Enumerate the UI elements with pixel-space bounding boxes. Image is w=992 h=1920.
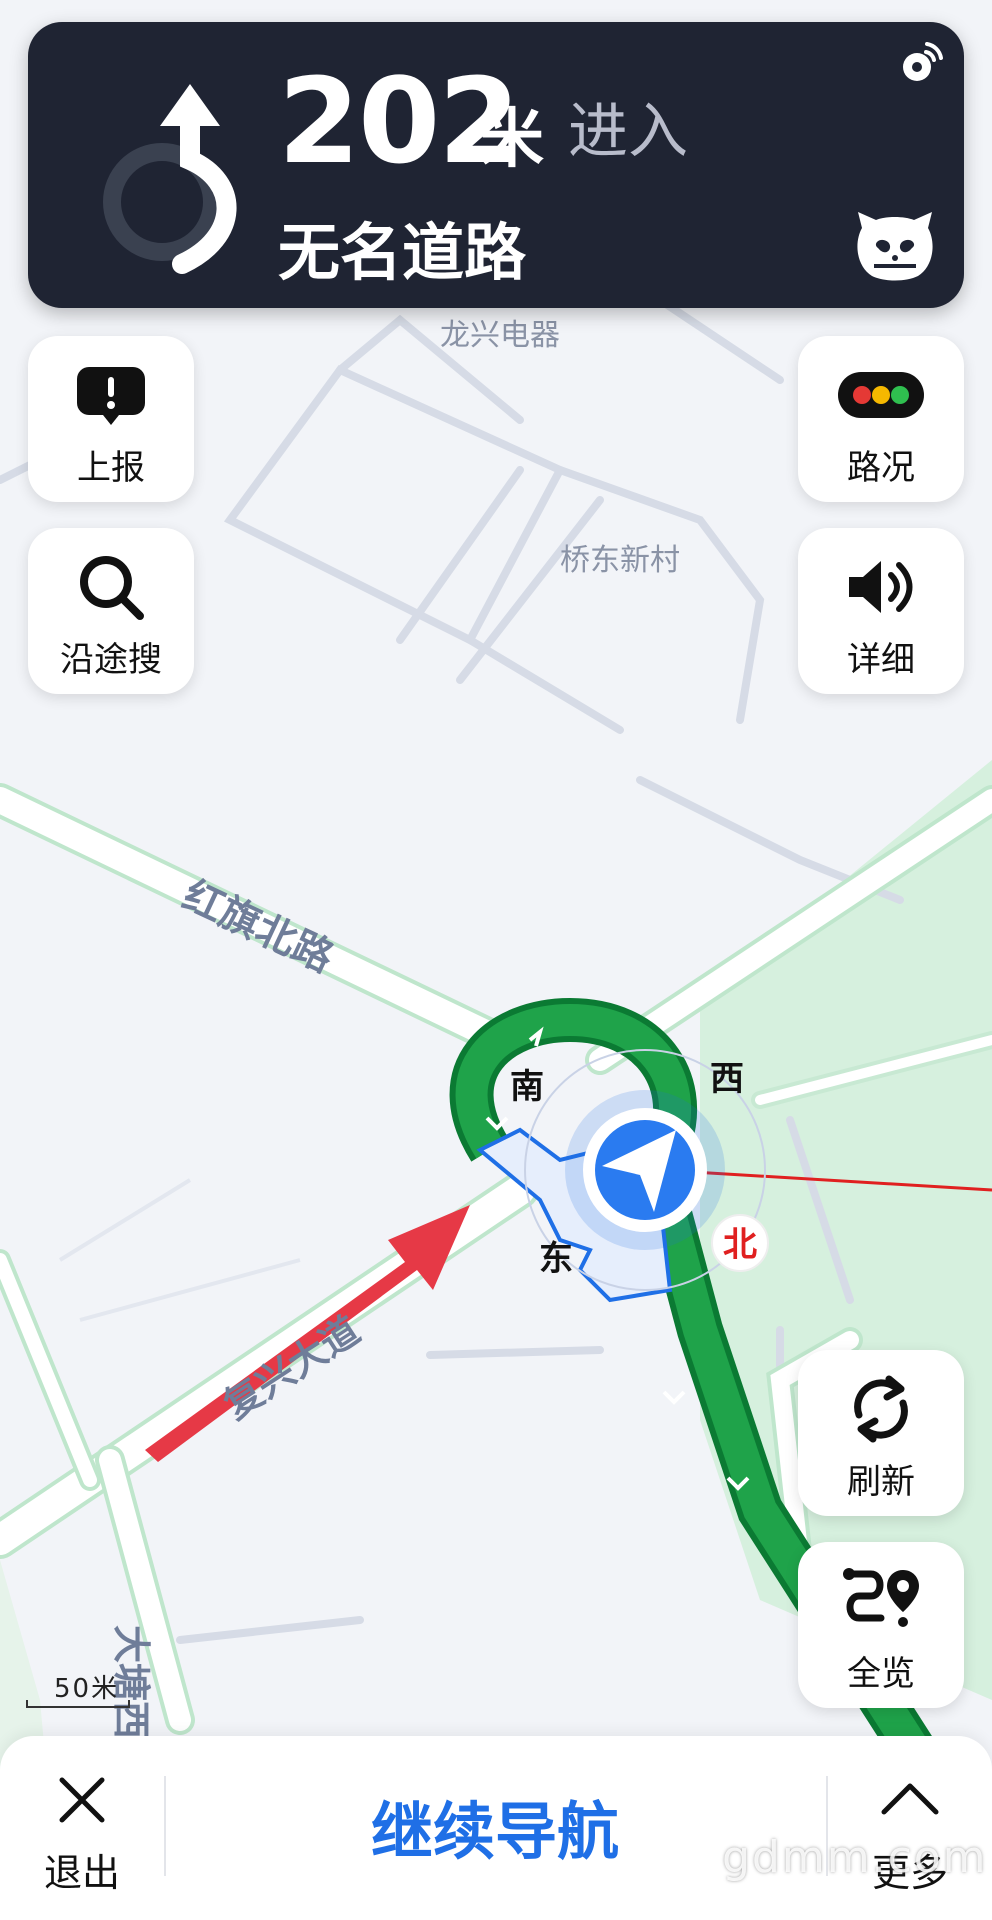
compass-east: 东: [539, 1239, 573, 1279]
compass-north: 北: [723, 1225, 757, 1265]
navigation-banner[interactable]: 202 米 进入 无名道路: [28, 22, 964, 308]
exit-label: 退出: [43, 1851, 120, 1895]
search-icon: [80, 556, 144, 620]
search-along-route-button[interactable]: 沿途搜: [28, 528, 194, 694]
search-along-route-label: 沿途搜: [60, 640, 162, 680]
refresh-label: 刷新: [847, 1462, 915, 1502]
voice-detail-label: 详细: [847, 640, 915, 680]
poi-label-longxing: 龙兴电器: [440, 318, 560, 353]
poi-label-qiaodong: 桥东新村: [560, 543, 680, 578]
road-label-hongqi: 红旗北路: [176, 872, 341, 982]
maneuver-action: 进入: [568, 97, 688, 167]
route-overview-label: 全览: [847, 1654, 915, 1694]
report-label: 上报: [77, 448, 145, 488]
u-turn-icon: [103, 84, 237, 274]
traffic-light-icon: [838, 372, 924, 418]
refresh-button[interactable]: 刷新: [798, 1350, 964, 1516]
chevron-up-icon: [881, 1783, 939, 1815]
watermark-text: gdmm.com: [722, 1832, 988, 1883]
traffic-button[interactable]: 路况: [798, 336, 964, 502]
voice-detail-button[interactable]: 详细: [798, 528, 964, 694]
map-scale: 50米: [26, 1668, 134, 1708]
compass-west: 西: [710, 1059, 744, 1099]
refresh-icon: [854, 1375, 908, 1443]
speaker-icon: [849, 561, 913, 613]
next-road-name: 无名道路: [278, 216, 527, 289]
report-exclamation-icon: [77, 367, 145, 425]
cat-mascot-icon[interactable]: [854, 208, 936, 284]
route-overview-button[interactable]: 全览: [798, 1542, 964, 1708]
more-button[interactable]: 更多: [828, 1736, 992, 1920]
traffic-label: 路况: [847, 448, 915, 488]
divider-left: [164, 1776, 166, 1876]
scale-bar: [26, 1700, 130, 1708]
continue-navigation-button[interactable]: 继续导航: [200, 1776, 790, 1876]
compass-south: 南: [510, 1067, 544, 1107]
route-overview-icon: [843, 1568, 919, 1627]
satellite-signal-icon: [903, 42, 943, 81]
bottom-bar: 退出 继续导航 更多: [0, 1736, 992, 1920]
close-icon: [59, 1777, 105, 1823]
report-button[interactable]: 上报: [28, 336, 194, 502]
exit-button[interactable]: 退出: [0, 1736, 164, 1920]
distance-unit: 米: [480, 103, 544, 177]
